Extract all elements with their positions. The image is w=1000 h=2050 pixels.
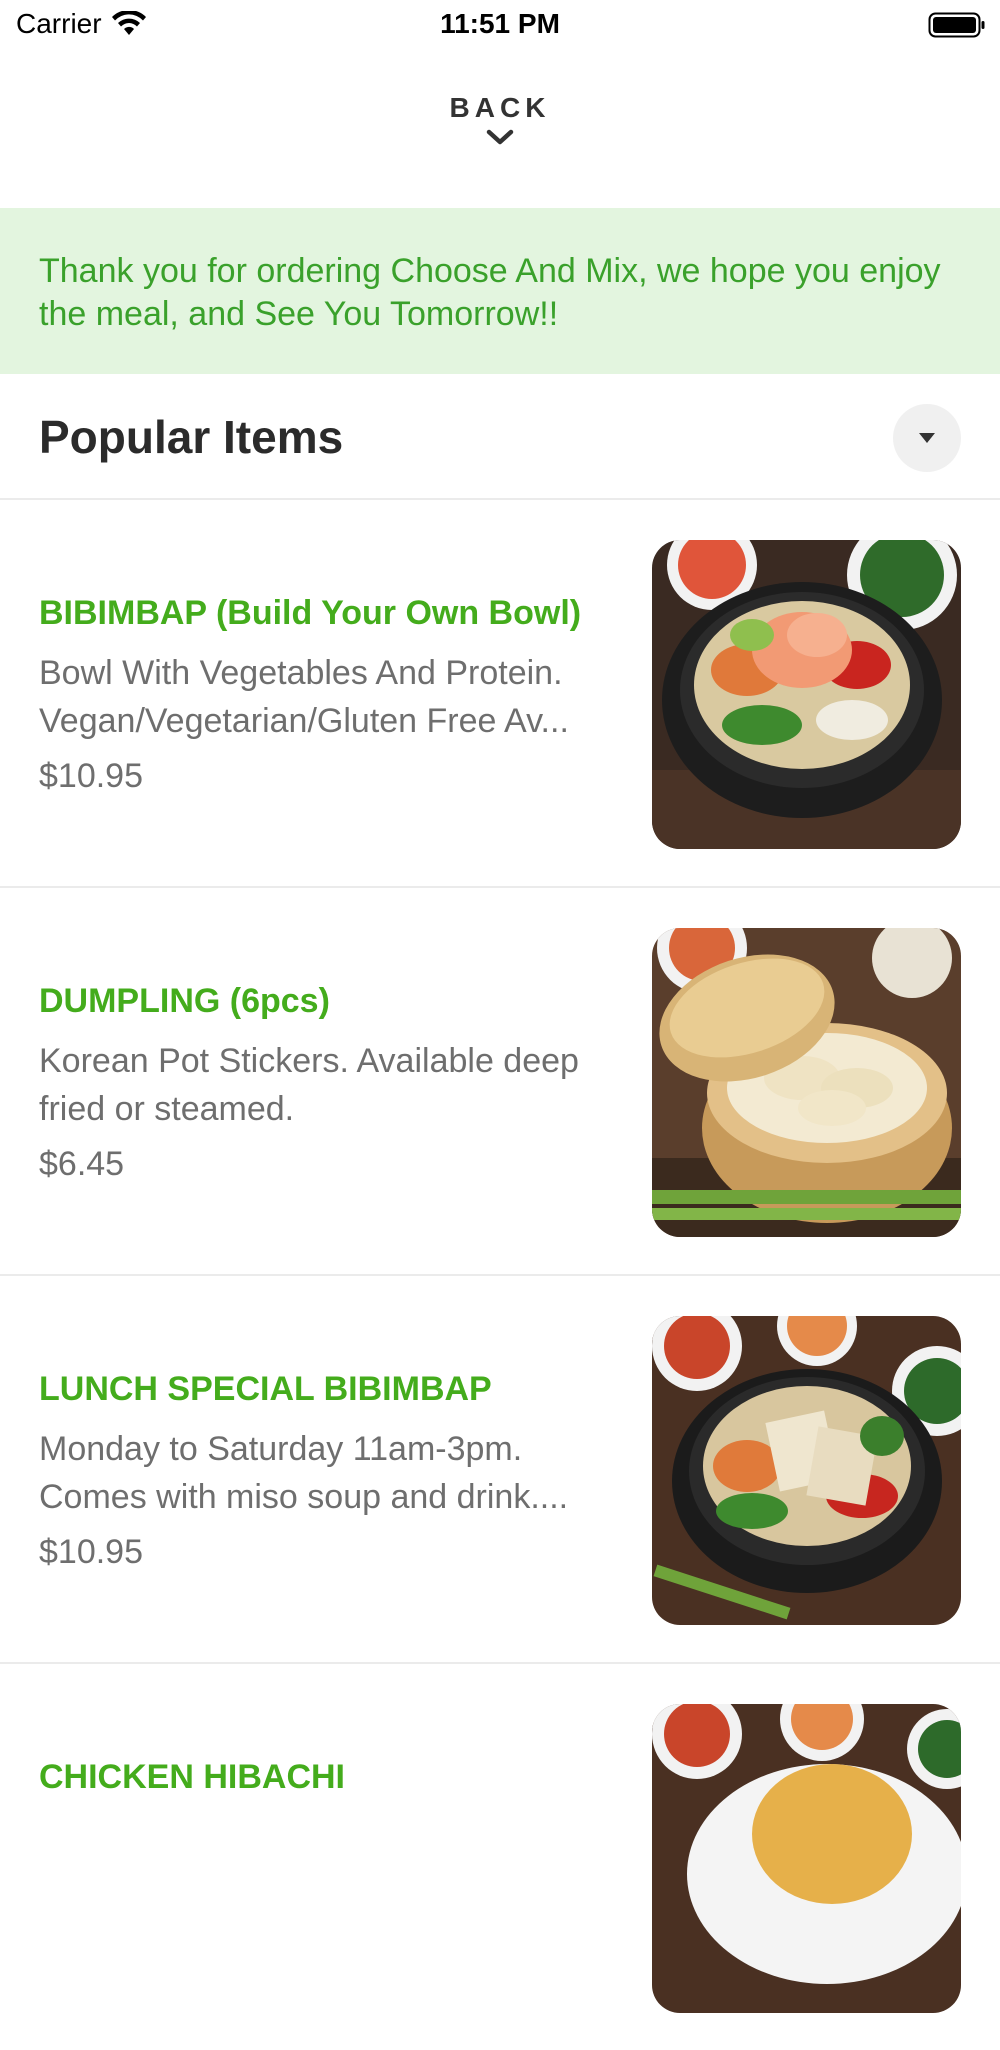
item-description: Monday to Saturday 11am-3pm. Comes with … bbox=[39, 1425, 619, 1521]
thank-you-banner: Thank you for ordering Choose And Mix, w… bbox=[0, 208, 1000, 374]
section-title: Popular Items bbox=[39, 411, 344, 463]
menu-item-dumpling[interactable]: DUMPLING (6pcs) Korean Pot Stickers. Ava… bbox=[0, 888, 1000, 1276]
item-photo bbox=[652, 1704, 961, 2013]
item-text: BIBIMBAP (Build Your Own Bowl) Bowl With… bbox=[39, 594, 619, 796]
menu-item-bibimbap[interactable]: BIBIMBAP (Build Your Own Bowl) Bowl With… bbox=[0, 500, 1000, 888]
back-label: BACK bbox=[449, 92, 551, 123]
status-time: 11:51 PM bbox=[440, 8, 560, 39]
item-name: BIBIMBAP (Build Your Own Bowl) bbox=[39, 594, 582, 632]
back-button[interactable]: BACK bbox=[0, 92, 1000, 148]
item-description-line: Monday to Saturday 11am-3pm. bbox=[39, 1430, 523, 1468]
item-description-line: Vegan/Vegetarian/Gluten Free Av... bbox=[39, 702, 569, 740]
menu-item-lunch-special-bibimbap[interactable]: LUNCH SPECIAL BIBIMBAP Monday to Saturda… bbox=[0, 1276, 1000, 1664]
item-name: LUNCH SPECIAL BIBIMBAP bbox=[39, 1370, 492, 1408]
item-description: Bowl With Vegetables And Protein. Vegan/… bbox=[39, 649, 619, 745]
popular-items-header: Popular Items bbox=[0, 374, 1000, 500]
item-photo bbox=[652, 1316, 961, 1625]
caret-down-icon bbox=[919, 433, 935, 443]
item-text: LUNCH SPECIAL BIBIMBAP Monday to Saturda… bbox=[39, 1370, 619, 1572]
item-description-line: Bowl With Vegetables And Protein. bbox=[39, 654, 563, 692]
item-description-line: Comes with miso soup and drink.... bbox=[39, 1478, 569, 1516]
menu-item-chicken-hibachi[interactable]: CHICKEN HIBACHI bbox=[0, 1664, 1000, 2050]
item-price: $6.45 bbox=[39, 1145, 125, 1183]
battery-icon bbox=[928, 12, 986, 43]
thank-you-message: Thank you for ordering Choose And Mix, w… bbox=[39, 252, 941, 333]
status-bar: Carrier 11:51 PM bbox=[0, 0, 1000, 50]
item-description-line: Korean Pot Stickers. Available deep bbox=[39, 1042, 579, 1080]
item-price: $10.95 bbox=[39, 1533, 143, 1571]
item-name: DUMPLING (6pcs) bbox=[39, 982, 330, 1020]
section-toggle-button[interactable] bbox=[893, 404, 961, 472]
chevron-down-icon bbox=[486, 129, 514, 145]
item-photo bbox=[652, 928, 961, 1237]
item-description-line: fried or steamed. bbox=[39, 1090, 295, 1128]
item-photo bbox=[652, 540, 961, 849]
item-price: $10.95 bbox=[39, 757, 143, 795]
item-text: DUMPLING (6pcs) Korean Pot Stickers. Ava… bbox=[39, 982, 619, 1184]
item-description: Korean Pot Stickers. Available deep frie… bbox=[39, 1037, 619, 1133]
